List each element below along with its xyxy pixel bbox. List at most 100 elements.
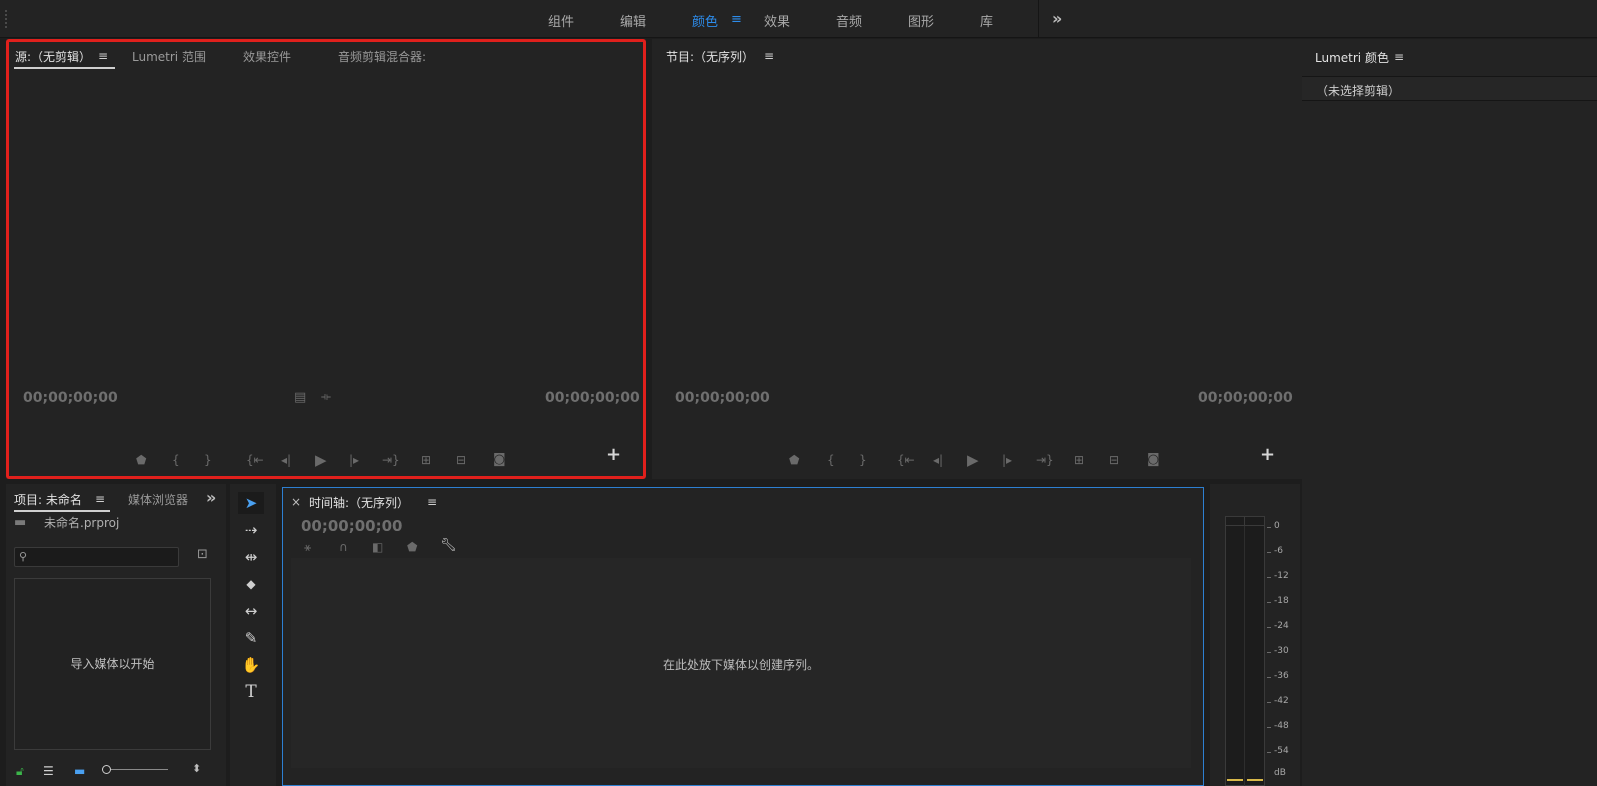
tab-source[interactable]: 源:（无剪辑） [15, 48, 91, 65]
add-marker-icon[interactable]: ⬟ [407, 540, 417, 554]
lumetri-panel-menu-icon[interactable]: ≡ [1394, 50, 1404, 64]
premiere-window: 组件 编辑 颜色 ≡ 效果 音频 图形 库 » 源:（无剪辑） ≡ Lumetr… [0, 0, 1597, 786]
icon-view-icon[interactable]: ▬ [74, 764, 85, 778]
workspace-tab-graphics[interactable]: 图形 [908, 11, 934, 30]
timeline-settings-icon[interactable]: 🔧︎ [440, 538, 457, 553]
search-box[interactable]: ⚲ [14, 547, 179, 567]
hand-tool-icon[interactable]: ✋ [238, 654, 264, 676]
meter-scale-label: -48 [1274, 721, 1289, 731]
play-icon[interactable]: ▶ [967, 451, 979, 469]
close-tab-icon[interactable]: × [291, 495, 301, 509]
timeline-drop-hint: 在此处放下媒体以创建序列。 [662, 658, 819, 672]
slip-tool-icon[interactable]: ↔ [238, 600, 264, 622]
meter-scale-label: -24 [1274, 621, 1289, 631]
meter-scale-unit: dB [1274, 768, 1286, 778]
project-panel: 项目: 未命名 ≡ 媒体浏览器 » ▬ 未命名.prproj ⚲ ⊡ 导入媒体以… [6, 484, 226, 786]
workspace-tab-libraries[interactable]: 库 [980, 11, 993, 30]
export-frame-icon[interactable]: ◙ [1147, 452, 1160, 467]
tab-project[interactable]: 项目: 未命名 [14, 491, 82, 508]
overwrite-icon[interactable]: ⊟ [456, 453, 466, 467]
workspace-tab-assembly[interactable]: 组件 [548, 11, 574, 30]
meter-scale-label: -12 [1274, 571, 1289, 581]
workspace-tab-color[interactable]: 颜色 [692, 11, 718, 30]
add-marker-icon[interactable]: ⬟ [136, 453, 146, 467]
step-back-icon[interactable]: ◂| [933, 453, 943, 467]
active-tab-underline [14, 510, 110, 512]
add-marker-icon[interactable]: ⬟ [789, 453, 799, 467]
source-panel-menu-icon[interactable]: ≡ [98, 49, 108, 63]
program-timecode-current[interactable]: 00;00;00;00 [675, 390, 770, 406]
selection-tool-icon[interactable]: ➤ [238, 492, 264, 514]
workspace-tab-effects[interactable]: 效果 [764, 11, 790, 30]
nest-toggle-icon[interactable]: ⚹ [304, 540, 311, 555]
workspace-menu-icon[interactable]: ≡ [731, 12, 742, 27]
meter-tick [1267, 627, 1271, 628]
export-frame-icon[interactable]: ◙ [493, 452, 506, 467]
mark-out-icon[interactable]: } [204, 453, 212, 467]
go-to-out-icon[interactable]: ⇥} [382, 453, 400, 467]
lumetri-status: （未选择剪辑） [1316, 84, 1401, 98]
search-input[interactable] [33, 549, 173, 565]
step-forward-icon[interactable]: |▸ [349, 453, 359, 467]
meter-scale-label: -18 [1274, 596, 1289, 606]
meter-tick [1267, 552, 1271, 553]
tab-timeline[interactable]: 时间轴:（无序列） [309, 494, 409, 511]
drag-video-icon[interactable]: ▤ [294, 390, 306, 405]
meter-scale-label: -54 [1274, 746, 1289, 756]
drag-grip-icon[interactable] [5, 10, 7, 28]
lift-icon[interactable]: ⊞ [1074, 453, 1084, 467]
tab-media-browser[interactable]: 媒体浏览器 [128, 491, 188, 508]
go-to-in-icon[interactable]: {⇤ [897, 453, 915, 467]
timeline-menu-icon[interactable]: ≡ [427, 495, 437, 509]
program-timecode-duration[interactable]: 00;00;00;00 [1198, 390, 1293, 406]
tab-effect-controls[interactable]: 效果控件 [243, 48, 291, 65]
project-panel-menu-icon[interactable]: ≡ [95, 492, 105, 506]
tab-audio-clip-mixer[interactable]: 音频剪辑混合器: [338, 48, 426, 65]
new-search-bin-icon[interactable]: ⊡ [197, 547, 208, 562]
list-view-icon[interactable]: ☰ [43, 764, 54, 778]
workspace-tab-audio[interactable]: 音频 [836, 11, 862, 30]
linked-selection-icon[interactable]: ◧ [372, 540, 383, 554]
zoom-slider-handle[interactable] [102, 765, 111, 774]
more-panels-icon[interactable]: » [206, 488, 216, 507]
meter-tick [1267, 602, 1271, 603]
track-select-tool-icon[interactable]: ⇢ [238, 519, 264, 541]
tab-lumetri-scopes[interactable]: Lumetri 范围 [132, 48, 206, 65]
ripple-edit-tool-icon[interactable]: ⇹ [238, 546, 264, 568]
project-drop-zone[interactable]: 导入媒体以开始 [14, 578, 211, 750]
mark-in-icon[interactable]: { [827, 453, 835, 467]
zoom-slider-track[interactable] [102, 769, 168, 770]
timeline-timecode[interactable]: 00;00;00;00 [301, 517, 403, 535]
more-workspaces-icon[interactable]: » [1052, 9, 1062, 28]
mark-in-icon[interactable]: { [172, 453, 180, 467]
type-tool-icon[interactable]: T [238, 681, 264, 703]
audio-meter-solo-buttons[interactable] [1225, 516, 1265, 526]
write-lock-icon[interactable]: 🔓︎ [16, 764, 24, 779]
program-panel-menu-icon[interactable]: ≡ [764, 49, 774, 63]
snap-icon[interactable]: ∩ [339, 540, 348, 554]
timeline-drop-area[interactable]: 在此处放下媒体以创建序列。 [291, 558, 1191, 768]
pen-tool-icon[interactable]: ✎ [238, 627, 264, 649]
razor-tool-icon[interactable]: ◆ [238, 573, 264, 595]
mark-out-icon[interactable]: } [859, 453, 867, 467]
step-forward-icon[interactable]: |▸ [1002, 453, 1012, 467]
workspace-tab-editing[interactable]: 编辑 [620, 11, 646, 30]
import-media-hint: 导入媒体以开始 [70, 657, 155, 671]
meter-tick [1267, 702, 1271, 703]
go-to-out-icon[interactable]: ⇥} [1036, 453, 1054, 467]
tab-lumetri-color[interactable]: Lumetri 颜色 [1315, 49, 1389, 66]
insert-icon[interactable]: ⊞ [421, 453, 431, 467]
tab-program[interactable]: 节目:（无序列） [666, 48, 754, 65]
sort-icon[interactable]: ⬍ [192, 762, 201, 775]
drag-audio-icon[interactable]: ⟛ [321, 390, 331, 404]
step-back-icon[interactable]: ◂| [281, 453, 291, 467]
extract-icon[interactable]: ⊟ [1109, 453, 1119, 467]
meter-divider [1244, 516, 1245, 526]
source-timecode-duration[interactable]: 00;00;00;00 [545, 390, 640, 406]
go-to-in-icon[interactable]: {⇤ [246, 453, 264, 467]
button-editor-add-icon[interactable]: + [1260, 444, 1275, 465]
meter-tick [1267, 727, 1271, 728]
play-icon[interactable]: ▶ [315, 451, 327, 469]
button-editor-add-icon[interactable]: + [606, 444, 621, 465]
source-timecode-current[interactable]: 00;00;00;00 [23, 390, 118, 406]
